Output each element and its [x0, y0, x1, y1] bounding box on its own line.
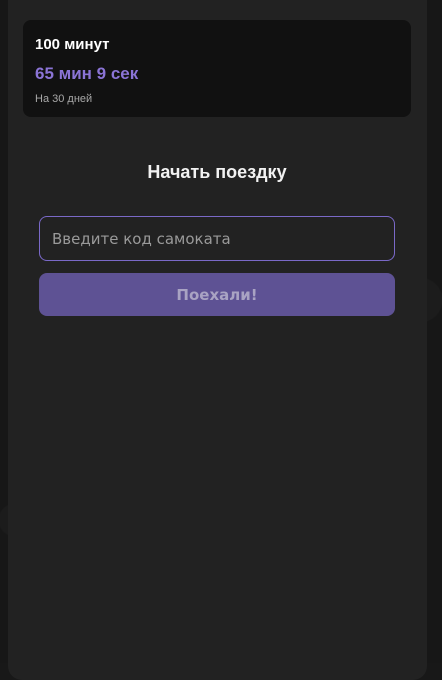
start-ride-button[interactable]: Поехали!: [39, 273, 395, 316]
remaining-time: 65 мин 9 сек: [35, 64, 139, 83]
start-ride-heading: Начать поездку: [147, 162, 287, 182]
scooter-code-input[interactable]: [39, 216, 395, 261]
subscription-period: На 30 дней: [35, 93, 93, 105]
subscription-card: 100 минут 65 мин 9 сек На 30 дней: [23, 20, 411, 117]
subscription-title: 100 минут: [35, 36, 110, 53]
